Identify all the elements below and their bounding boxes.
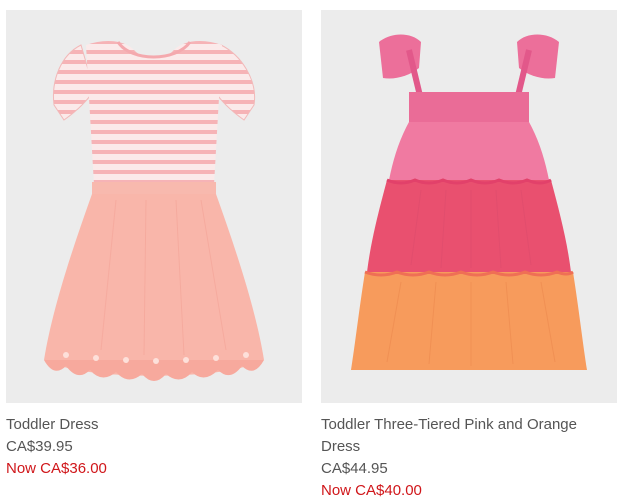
product-name-link[interactable]: Toddler Dress <box>6 414 302 436</box>
product-sale-price: Now CA$36.00 <box>6 460 107 477</box>
product-card: Toddler Three-Tiered Pink and Orange Dre… <box>321 10 617 502</box>
product-info: Toddler Dress CA$39.95 Now CA$36.00 <box>6 414 302 480</box>
product-info: Toddler Three-Tiered Pink and Orange Dre… <box>321 414 617 502</box>
product-image-link[interactable] <box>6 10 302 403</box>
product-image-link[interactable] <box>321 10 617 403</box>
product-name-link[interactable]: Toddler Three-Tiered Pink and Orange Dre… <box>321 414 617 458</box>
product-card: Toddler Dress CA$39.95 Now CA$36.00 <box>6 10 302 480</box>
product-original-price: CA$39.95 <box>6 438 73 455</box>
product-sale-price: Now CA$40.00 <box>321 482 422 499</box>
three-tiered-pink-orange-dress-image <box>351 34 587 370</box>
product-grid: Toddler Dress CA$39.95 Now CA$36.00 Todd… <box>0 0 631 504</box>
striped-top-pink-skirt-dress-image <box>44 40 264 381</box>
product-original-price: CA$44.95 <box>321 460 388 477</box>
